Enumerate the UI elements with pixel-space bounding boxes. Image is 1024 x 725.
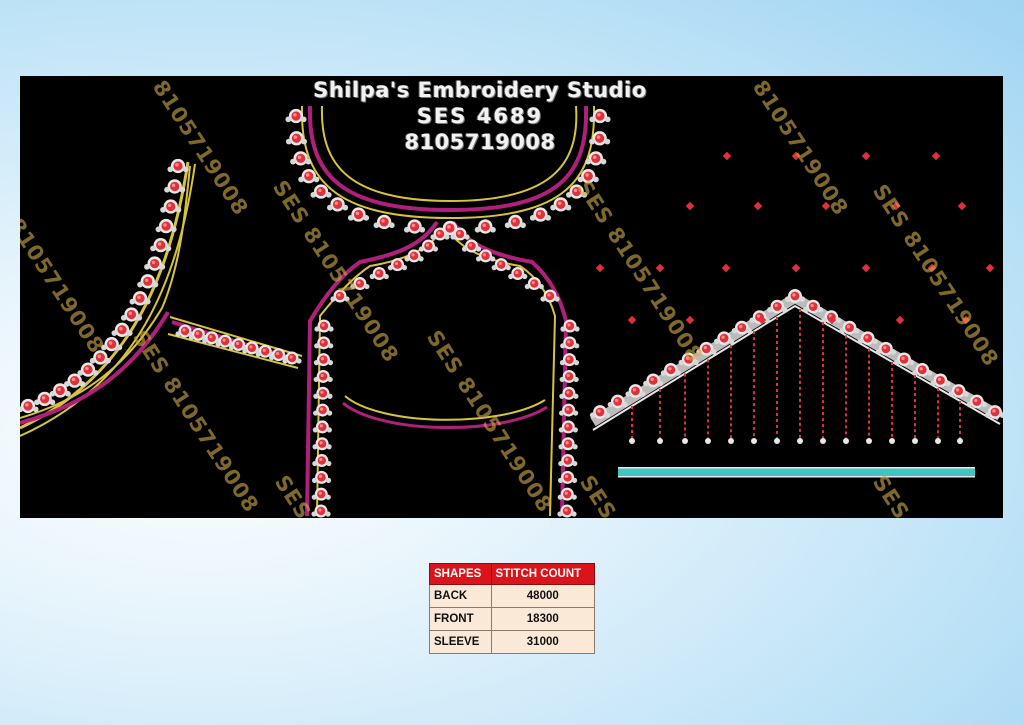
scatter-dot <box>957 201 967 211</box>
bead <box>889 438 895 444</box>
scatter-dot <box>931 151 941 161</box>
flower-motif <box>369 266 389 280</box>
scatter-dot <box>861 263 871 273</box>
shape-name: BACK <box>429 584 492 608</box>
scatter-dot <box>721 263 731 273</box>
bead <box>957 438 963 444</box>
scatter-dot <box>655 263 665 273</box>
scatter-dot <box>685 201 695 211</box>
header-stitch-count: STITCH COUNT <box>490 563 596 585</box>
scatter-dot <box>595 263 605 273</box>
scatter-dot <box>861 151 871 161</box>
flower-motif <box>558 454 578 468</box>
flower-motif <box>312 454 332 468</box>
flower-motif <box>558 437 578 451</box>
bead <box>751 438 757 444</box>
scatter-dot <box>791 263 801 273</box>
studio-name: Shilpa's Embroidery Studio <box>313 78 647 102</box>
bead <box>866 438 872 444</box>
flower-motif <box>404 219 426 234</box>
flower-motif <box>418 239 439 253</box>
sleeve-piece <box>590 292 1003 478</box>
scatter-dot <box>985 263 995 273</box>
table-header-row: SHAPES STITCH COUNT <box>429 563 596 585</box>
scatter-dot <box>627 315 637 325</box>
flower-motif <box>474 219 496 234</box>
flower-motif <box>64 373 86 388</box>
stitch-count: 31000 <box>490 630 596 654</box>
flower-motif <box>314 336 334 350</box>
bead <box>912 438 918 444</box>
flower-motif <box>313 353 334 367</box>
scatter-dot <box>895 315 905 325</box>
flower-motif <box>313 369 333 383</box>
table-row: BACK 48000 <box>429 584 596 608</box>
bead <box>629 438 635 444</box>
flower-motif <box>560 319 580 333</box>
stitch-count: 48000 <box>490 584 596 608</box>
flower-motif <box>784 289 806 303</box>
bead <box>797 438 803 444</box>
flower-motif <box>313 403 333 417</box>
flower-motif <box>313 386 333 400</box>
table-row: SLEEVE 31000 <box>429 630 596 654</box>
flower-motif <box>529 207 552 222</box>
bead <box>728 438 734 444</box>
flower-motif <box>524 277 544 291</box>
flower-motif <box>559 386 579 400</box>
phone-number: 8105719008 <box>404 130 556 154</box>
flower-motif <box>559 403 579 417</box>
flower-motif <box>560 336 580 350</box>
flower-motif <box>312 437 332 451</box>
flower-motif <box>558 420 578 434</box>
flower-motif <box>373 214 395 230</box>
flower-motif <box>111 322 133 337</box>
bead <box>820 438 826 444</box>
design-code: SES 4689 <box>416 104 544 128</box>
embroidery-design-panel: Shilpa's Embroidery Studio SES 4689 8105… <box>20 76 1003 518</box>
shape-name: FRONT <box>429 607 492 631</box>
flower-motif <box>167 158 189 174</box>
stitch-count: 18300 <box>490 607 596 631</box>
table-row: FRONT 18300 <box>429 607 596 631</box>
flower-motif <box>311 470 332 484</box>
flower-motif <box>311 487 331 501</box>
flower-motif <box>504 214 526 230</box>
studio-title-block: Shilpa's Embroidery Studio SES 4689 8105… <box>300 76 660 154</box>
stitch-count-table: SHAPES STITCH COUNT BACK 48000 FRONT 183… <box>429 563 596 654</box>
flower-motif <box>387 258 408 272</box>
scatter-dot <box>722 151 732 161</box>
header-shapes: SHAPES <box>429 563 492 585</box>
scatter-dot <box>753 201 763 211</box>
flower-motif <box>559 369 579 383</box>
flower-motif <box>347 207 370 222</box>
bead <box>657 438 663 444</box>
flower-motif <box>559 353 580 367</box>
shape-name: SLEEVE <box>429 630 492 654</box>
flower-motif <box>164 179 186 194</box>
bead <box>705 438 711 444</box>
bead <box>682 438 688 444</box>
flower-motif <box>312 420 332 434</box>
bead <box>935 438 941 444</box>
bead <box>843 438 849 444</box>
flower-motif <box>314 319 334 333</box>
flower-motif <box>77 362 99 377</box>
bead <box>774 438 780 444</box>
